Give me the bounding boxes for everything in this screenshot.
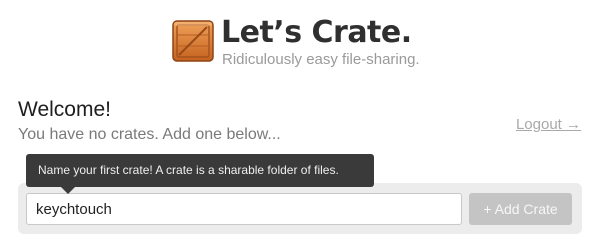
add-crate-form: + Add Crate bbox=[18, 183, 582, 234]
welcome-title: Welcome! bbox=[18, 98, 111, 121]
tooltip-arrow bbox=[61, 187, 75, 194]
crate-icon bbox=[172, 20, 214, 62]
brand-text: Let’s Crate. Ridiculously easy file-shar… bbox=[221, 13, 420, 69]
welcome-subtitle: You have no crates. Add one below... bbox=[18, 126, 281, 143]
add-crate-button[interactable]: + Add Crate bbox=[469, 193, 572, 225]
header: Let’s Crate. Ridiculously easy file-shar… bbox=[172, 13, 420, 71]
brand-tagline: Ridiculously easy file-sharing. bbox=[222, 51, 420, 68]
brand-name: Let’s Crate. bbox=[221, 15, 412, 50]
crate-name-input[interactable] bbox=[26, 193, 462, 225]
hint-tooltip: Name your first crate! A crate is a shar… bbox=[26, 154, 374, 187]
logout-link[interactable]: Logout → bbox=[516, 115, 581, 135]
